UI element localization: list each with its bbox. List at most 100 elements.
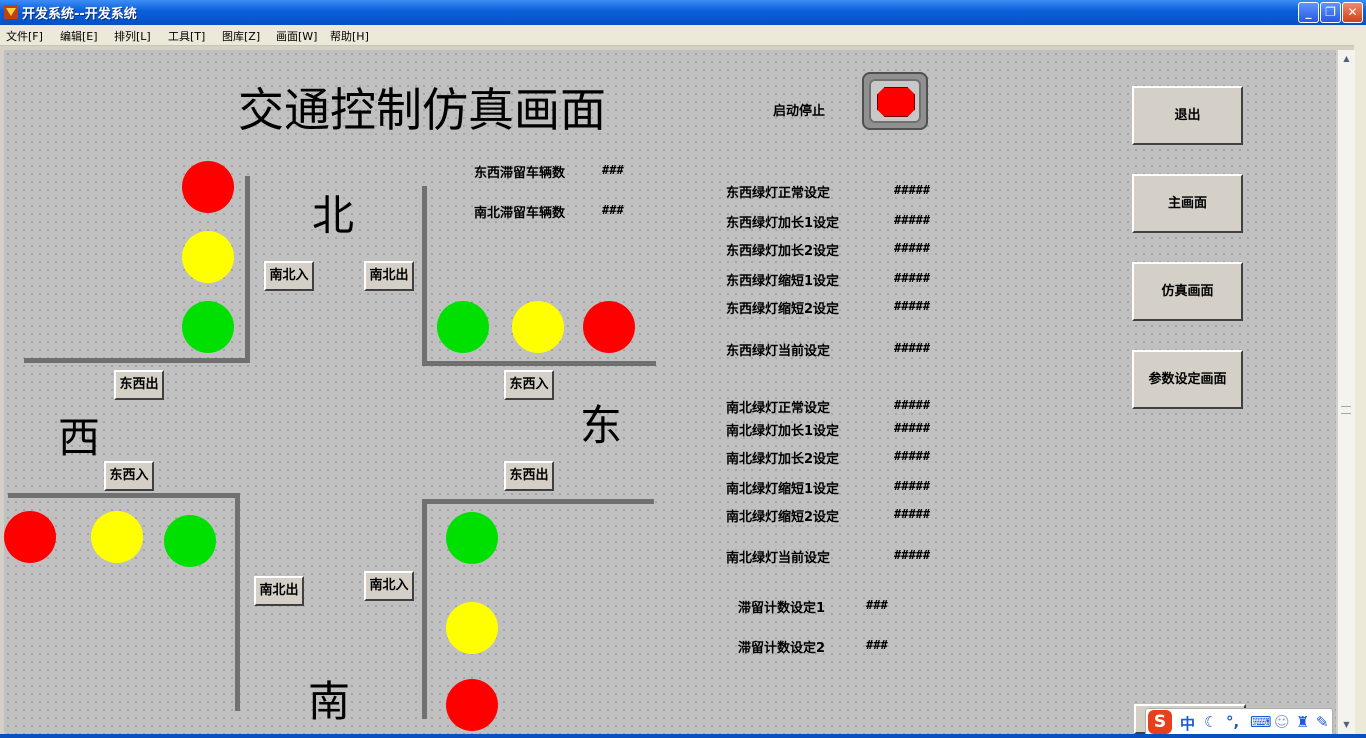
start-stop-button[interactable]	[862, 72, 928, 130]
road-edge-ne-vertical	[422, 186, 427, 366]
road-edge-sw-vertical	[235, 493, 240, 711]
restore-button[interactable]: ❐	[1320, 2, 1341, 23]
light-sw-green	[164, 515, 216, 567]
ew-setting-value: #####	[894, 271, 931, 285]
ns-setting-label: 南北绿灯加长1设定	[726, 424, 840, 439]
direction-east: 东	[580, 401, 623, 450]
ew-queue-value: ###	[602, 163, 624, 177]
exit-button[interactable]: 退出	[1132, 86, 1243, 145]
parameter-screen-button[interactable]: 参数设定画面	[1132, 350, 1243, 409]
ns-setting-value: #####	[894, 507, 931, 521]
minimize-button[interactable]: _	[1298, 2, 1319, 23]
stop-indicator-icon	[877, 87, 915, 117]
ns-out-north-button[interactable]: 南北出	[364, 261, 414, 291]
light-nw-red	[182, 161, 234, 213]
ew-setting-label: 东西绿灯缩短2设定	[726, 302, 840, 317]
ew-queue-label: 东西滞留车辆数	[474, 166, 566, 181]
scroll-grip-icon[interactable]	[1341, 406, 1351, 414]
menu-edit[interactable]: 编辑[E]	[60, 28, 98, 44]
ns-setting-label: 南北绿灯缩短2设定	[726, 510, 840, 525]
light-nw-yellow	[182, 231, 234, 283]
ew-in-west-button[interactable]: 东西入	[104, 461, 154, 491]
ew-setting-label: 东西绿灯加长1设定	[726, 216, 840, 231]
shirt-icon[interactable]: ♜	[1296, 713, 1309, 731]
direction-south: 南	[308, 677, 351, 726]
window-bottom-edge	[0, 734, 1366, 738]
user-icon[interactable]: ☺	[1274, 713, 1290, 731]
ns-out-south-button[interactable]: 南北出	[254, 576, 304, 606]
page-title: 交通控制仿真画面	[238, 83, 606, 137]
menu-arrange[interactable]: 排列[L]	[114, 28, 151, 44]
scroll-down-icon[interactable]: ▼	[1338, 718, 1355, 732]
main-screen-button[interactable]: 主画面	[1132, 174, 1243, 233]
simulation-screen-button[interactable]: 仿真画面	[1132, 262, 1243, 321]
window-title: 开发系统--开发系统	[22, 7, 137, 22]
menu-bar: 文件[F] 编辑[E] 排列[L] 工具[T] 图库[Z] 画面[W] 帮助[H…	[0, 25, 1366, 46]
ns-in-north-button[interactable]: 南北入	[264, 261, 314, 291]
ns-setting-value: #####	[894, 421, 931, 435]
queue-count-label: 滞留计数设定1	[738, 601, 826, 616]
ns-setting-value: #####	[894, 479, 931, 493]
light-nw-green	[182, 301, 234, 353]
light-se-yellow	[446, 602, 498, 654]
ns-setting-label: 南北绿灯正常设定	[726, 401, 831, 416]
ns-setting-value: #####	[894, 548, 931, 562]
direction-west: 西	[58, 413, 101, 462]
scroll-up-icon[interactable]: ▲	[1338, 52, 1355, 66]
menu-tools[interactable]: 工具[T]	[168, 28, 205, 44]
queue-count-label: 滞留计数设定2	[738, 641, 826, 656]
ew-setting-label: 东西绿灯当前设定	[726, 344, 831, 359]
keyboard-icon[interactable]: ⌨	[1250, 713, 1272, 731]
app-icon	[4, 5, 18, 19]
road-edge-ne-horizontal	[422, 361, 656, 366]
menu-gallery[interactable]: 图库[Z]	[222, 28, 260, 44]
road-edge-se-vertical	[422, 499, 427, 719]
sogou-logo-icon[interactable]: S	[1148, 710, 1172, 734]
ns-in-south-button[interactable]: 南北入	[364, 571, 414, 601]
light-ne-green	[437, 301, 489, 353]
ns-setting-label: 南北绿灯缩短1设定	[726, 482, 840, 497]
window-frame-right	[1354, 45, 1366, 738]
ew-out-west-button[interactable]: 东西出	[114, 370, 164, 400]
queue-count-value: ###	[866, 598, 888, 612]
ew-setting-value: #####	[894, 241, 931, 255]
ew-setting-label: 东西绿灯缩短1设定	[726, 274, 840, 289]
ew-setting-label: 东西绿灯加长2设定	[726, 244, 840, 259]
queue-count-value: ###	[866, 638, 888, 652]
light-se-green	[446, 512, 498, 564]
ew-setting-label: 东西绿灯正常设定	[726, 186, 831, 201]
ns-setting-label: 南北绿灯加长2设定	[726, 452, 840, 467]
road-edge-sw-horizontal	[8, 493, 240, 498]
ew-setting-value: #####	[894, 183, 931, 197]
road-edge-nw-horizontal	[24, 358, 250, 363]
start-stop-label: 启动停止	[773, 104, 826, 119]
direction-north: 北	[312, 191, 355, 240]
ns-setting-value: #####	[894, 398, 931, 412]
menu-file[interactable]: 文件[F]	[6, 28, 43, 44]
ew-setting-value: #####	[894, 213, 931, 227]
road-edge-nw-vertical	[245, 176, 250, 362]
wrench-icon[interactable]: ✎	[1316, 713, 1329, 731]
moon-icon[interactable]: ☾	[1204, 713, 1217, 731]
ns-queue-value: ###	[602, 203, 624, 217]
road-edge-se-horizontal	[426, 499, 654, 504]
ime-mode-toggle[interactable]: 中	[1180, 713, 1195, 734]
light-ne-yellow	[512, 301, 564, 353]
menu-screen[interactable]: 画面[W]	[276, 28, 317, 44]
light-sw-red	[4, 511, 56, 563]
ns-queue-label: 南北滞留车辆数	[474, 206, 566, 221]
light-se-red	[446, 679, 498, 731]
start-stop-bezel	[869, 79, 921, 123]
light-sw-yellow	[91, 511, 143, 563]
ew-setting-value: #####	[894, 341, 931, 355]
ns-setting-label: 南北绿灯当前设定	[726, 551, 831, 566]
punct-icon[interactable]: °,	[1226, 713, 1239, 731]
ns-setting-value: #####	[894, 449, 931, 463]
light-ne-red	[583, 301, 635, 353]
vertical-scrollbar[interactable]: ▲ ▼	[1337, 50, 1355, 734]
close-button[interactable]: ✕	[1342, 2, 1363, 23]
window-titlebar[interactable]: 开发系统--开发系统 _ ❐ ✕	[0, 0, 1366, 25]
ew-out-east-button[interactable]: 东西出	[504, 461, 554, 491]
menu-help[interactable]: 帮助[H]	[330, 28, 369, 44]
ew-in-east-button[interactable]: 东西入	[504, 370, 554, 400]
